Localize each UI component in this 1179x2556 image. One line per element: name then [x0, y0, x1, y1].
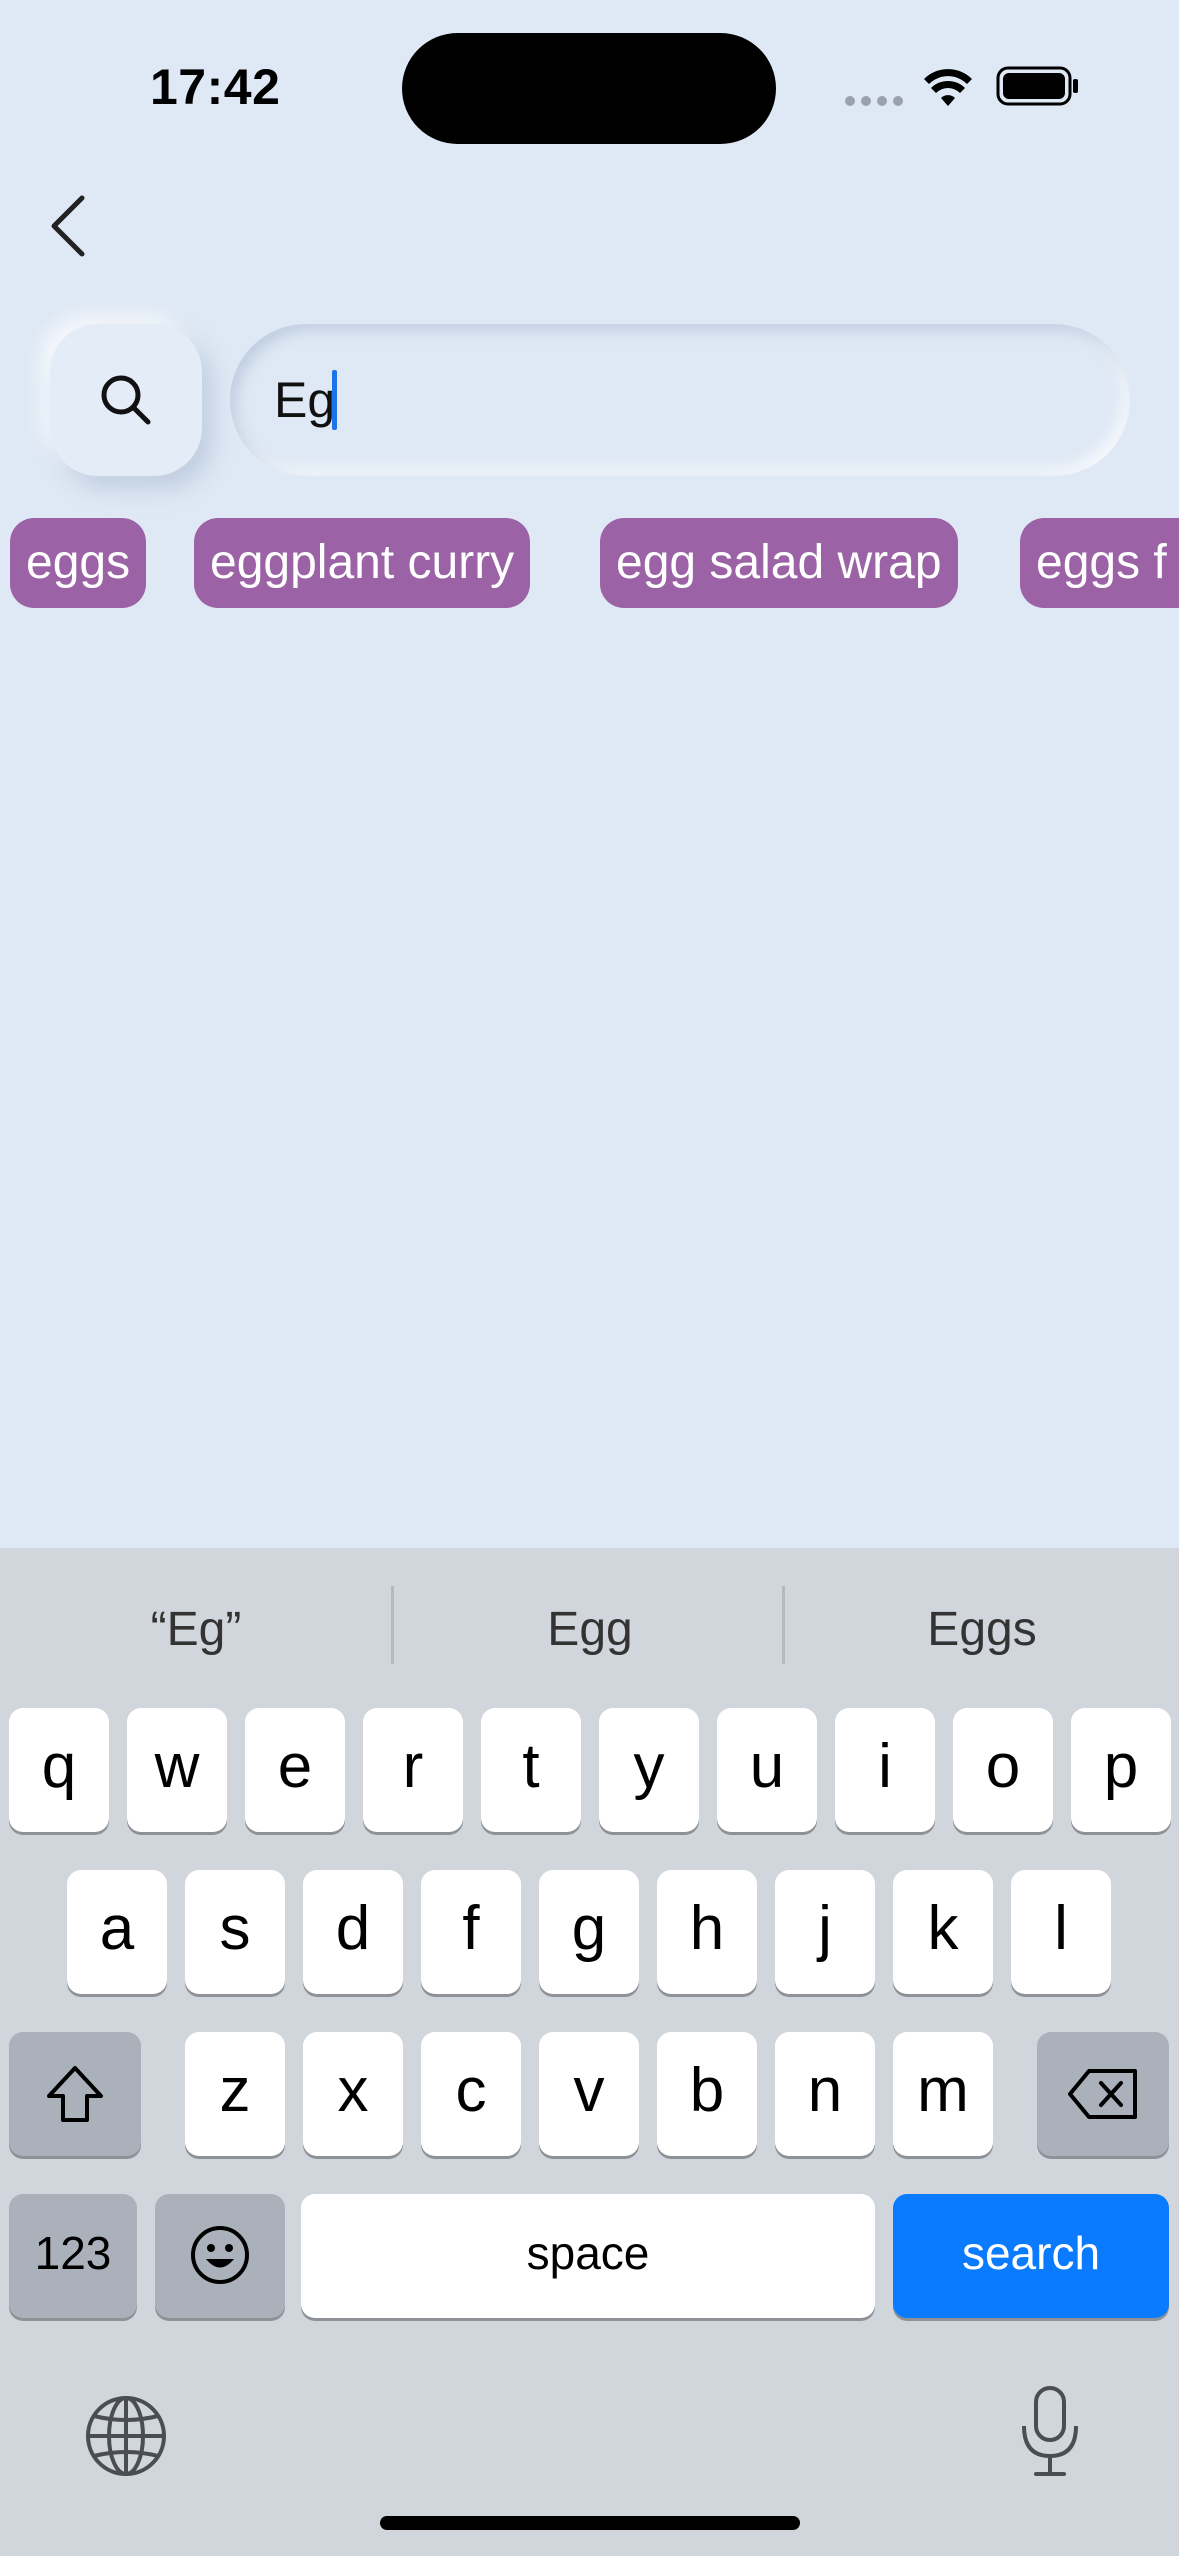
search-key[interactable]: search	[893, 2194, 1169, 2318]
shift-key[interactable]	[9, 2032, 141, 2156]
key-r[interactable]: r	[363, 1708, 463, 1832]
key-x[interactable]: x	[303, 2032, 403, 2156]
suggestion-egg[interactable]: Egg	[394, 1590, 786, 1670]
key-i[interactable]: i	[835, 1708, 935, 1832]
emoji-icon	[191, 2226, 249, 2284]
delete-key[interactable]	[1037, 2032, 1169, 2156]
text-caret	[332, 370, 337, 430]
key-c[interactable]: c	[421, 2032, 521, 2156]
chip-eggs[interactable]: eggs	[10, 518, 147, 608]
key-g[interactable]: g	[539, 1870, 639, 1994]
dynamic-island	[402, 33, 776, 144]
key-e[interactable]: e	[245, 1708, 345, 1832]
search-button[interactable]	[50, 324, 202, 476]
numbers-key[interactable]: 123	[9, 2194, 137, 2318]
suggestion-divider	[782, 1586, 785, 1664]
key-m[interactable]: m	[893, 2032, 993, 2156]
key-o[interactable]: o	[953, 1708, 1053, 1832]
backspace-icon	[1068, 2069, 1137, 2119]
key-a[interactable]: a	[67, 1870, 167, 1994]
key-t[interactable]: t	[481, 1708, 581, 1832]
space-key[interactable]: space	[301, 2194, 875, 2318]
keyboard: “Eg” Egg Eggs q w e r t y u i o p a s d …	[0, 1548, 1179, 2556]
home-indicator[interactable]	[380, 2516, 800, 2530]
key-d[interactable]: d	[303, 1870, 403, 1994]
key-n[interactable]: n	[775, 2032, 875, 2156]
chip-eggplant-curry[interactable]: eggplant curry	[194, 518, 531, 608]
shift-arrow-icon	[47, 2066, 103, 2122]
back-chevron-icon[interactable]	[44, 190, 94, 262]
key-v[interactable]: v	[539, 2032, 639, 2156]
key-z[interactable]: z	[185, 2032, 285, 2156]
emoji-key[interactable]	[155, 2194, 285, 2318]
battery-icon	[996, 66, 1078, 106]
key-j[interactable]: j	[775, 1870, 875, 1994]
status-time: 17:42	[150, 59, 281, 115]
key-f[interactable]: f	[421, 1870, 521, 1994]
search-field[interactable]	[230, 324, 1130, 476]
suggestion-eggs[interactable]: Eggs	[786, 1590, 1178, 1670]
key-s[interactable]: s	[185, 1870, 285, 1994]
key-q[interactable]: q	[9, 1708, 109, 1832]
chip-egg-salad-wrap[interactable]: egg salad wrap	[600, 518, 958, 608]
chip-eggs-f[interactable]: eggs f	[1020, 518, 1179, 608]
globe-icon[interactable]	[84, 2394, 168, 2478]
key-w[interactable]: w	[127, 1708, 227, 1832]
key-p[interactable]: p	[1071, 1708, 1171, 1832]
microphone-icon[interactable]	[1018, 2384, 1082, 2480]
wifi-icon	[924, 69, 972, 106]
key-k[interactable]: k	[893, 1870, 993, 1994]
cellular-signal-icon	[845, 96, 907, 106]
search-icon	[101, 375, 151, 425]
key-y[interactable]: y	[599, 1708, 699, 1832]
search-input[interactable]	[274, 324, 1074, 476]
key-b[interactable]: b	[657, 2032, 757, 2156]
key-l[interactable]: l	[1011, 1870, 1111, 1994]
key-u[interactable]: u	[717, 1708, 817, 1832]
key-h[interactable]: h	[657, 1870, 757, 1994]
suggestion-quoted[interactable]: “Eg”	[0, 1590, 392, 1670]
suggestion-chips: eggs eggplant curry egg salad wrap eggs …	[0, 518, 1179, 608]
